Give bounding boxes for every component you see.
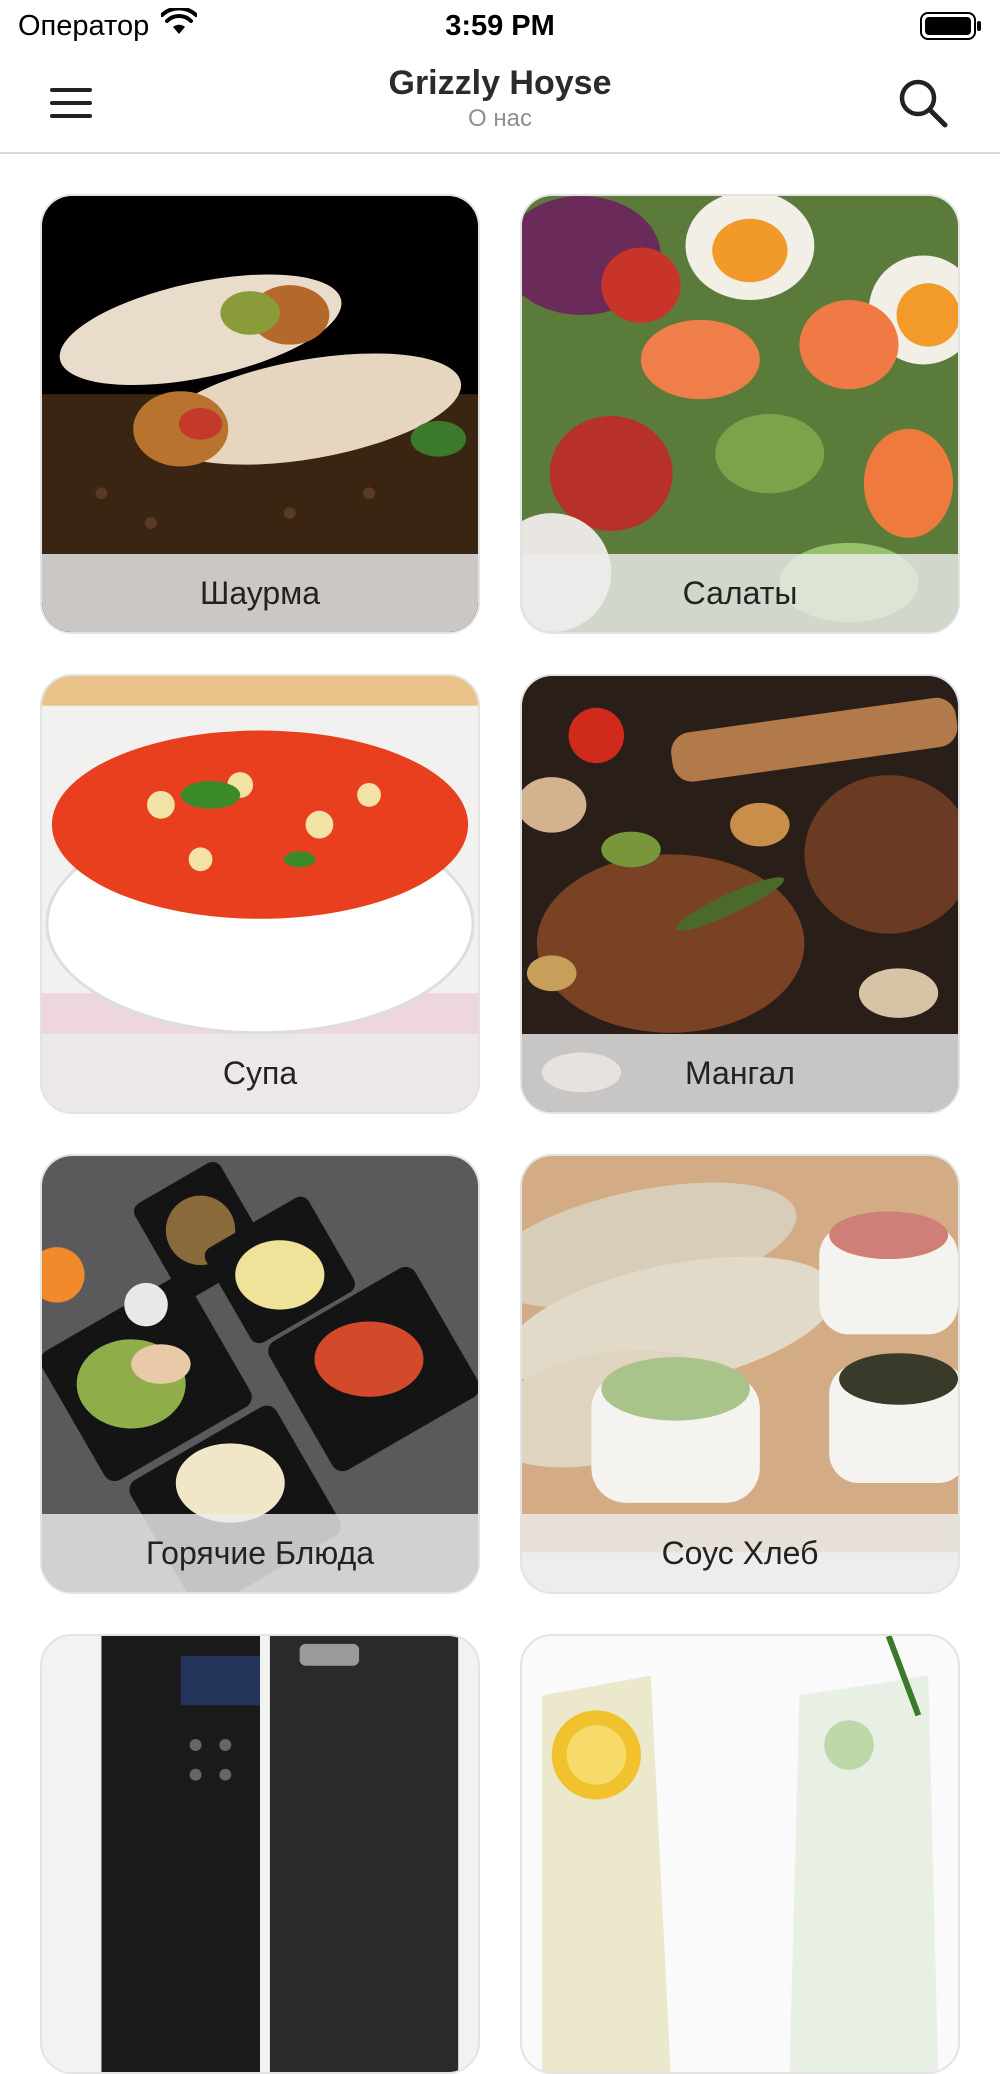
label-strip: Супа	[42, 1034, 478, 1112]
category-card-soup[interactable]: Супа	[40, 674, 480, 1114]
about-link[interactable]: О нас	[0, 104, 1000, 134]
category-card-salads[interactable]: Салаты	[520, 194, 960, 634]
category-card-drinks[interactable]	[520, 1634, 960, 2074]
label-strip: Мангал	[522, 1034, 958, 1112]
status-bar: Оператор 3:59 PM	[0, 0, 1000, 52]
category-label: Соус Хлеб	[661, 1534, 819, 1571]
search-icon	[899, 79, 948, 128]
carrier-label: Оператор	[18, 9, 150, 42]
title-block: Grizzly Hoyse О нас	[0, 62, 1000, 134]
drinks-image	[522, 1636, 958, 2072]
category-label: Салаты	[682, 574, 798, 611]
category-label: Горячие Блюда	[145, 1534, 375, 1571]
appliance-image	[42, 1636, 478, 2072]
category-card-grill[interactable]: Мангал	[520, 674, 960, 1114]
battery-icon	[920, 11, 982, 41]
label-strip: Горячие Блюда	[42, 1514, 478, 1592]
wifi-icon	[160, 6, 199, 44]
label-strip: Салаты	[522, 554, 958, 632]
category-label: Мангал	[685, 1054, 795, 1091]
category-card-hot-dishes[interactable]: Горячие Блюда	[40, 1154, 480, 1594]
category-label: Супа	[222, 1054, 298, 1091]
category-card-shawarma[interactable]: Шаурма	[40, 194, 480, 634]
search-button[interactable]	[896, 76, 950, 130]
category-card-sauce-bread[interactable]: Соус Хлеб	[520, 1154, 960, 1594]
page-title: Grizzly Hoyse	[388, 64, 612, 102]
label-strip: Соус Хлеб	[522, 1514, 958, 1592]
label-strip: Шаурма	[42, 554, 478, 632]
navigation-bar: Grizzly Hoyse О нас	[0, 52, 1000, 154]
status-left: Оператор	[18, 6, 199, 44]
category-label: Шаурма	[200, 574, 320, 611]
category-card-appliance[interactable]	[40, 1634, 480, 2074]
